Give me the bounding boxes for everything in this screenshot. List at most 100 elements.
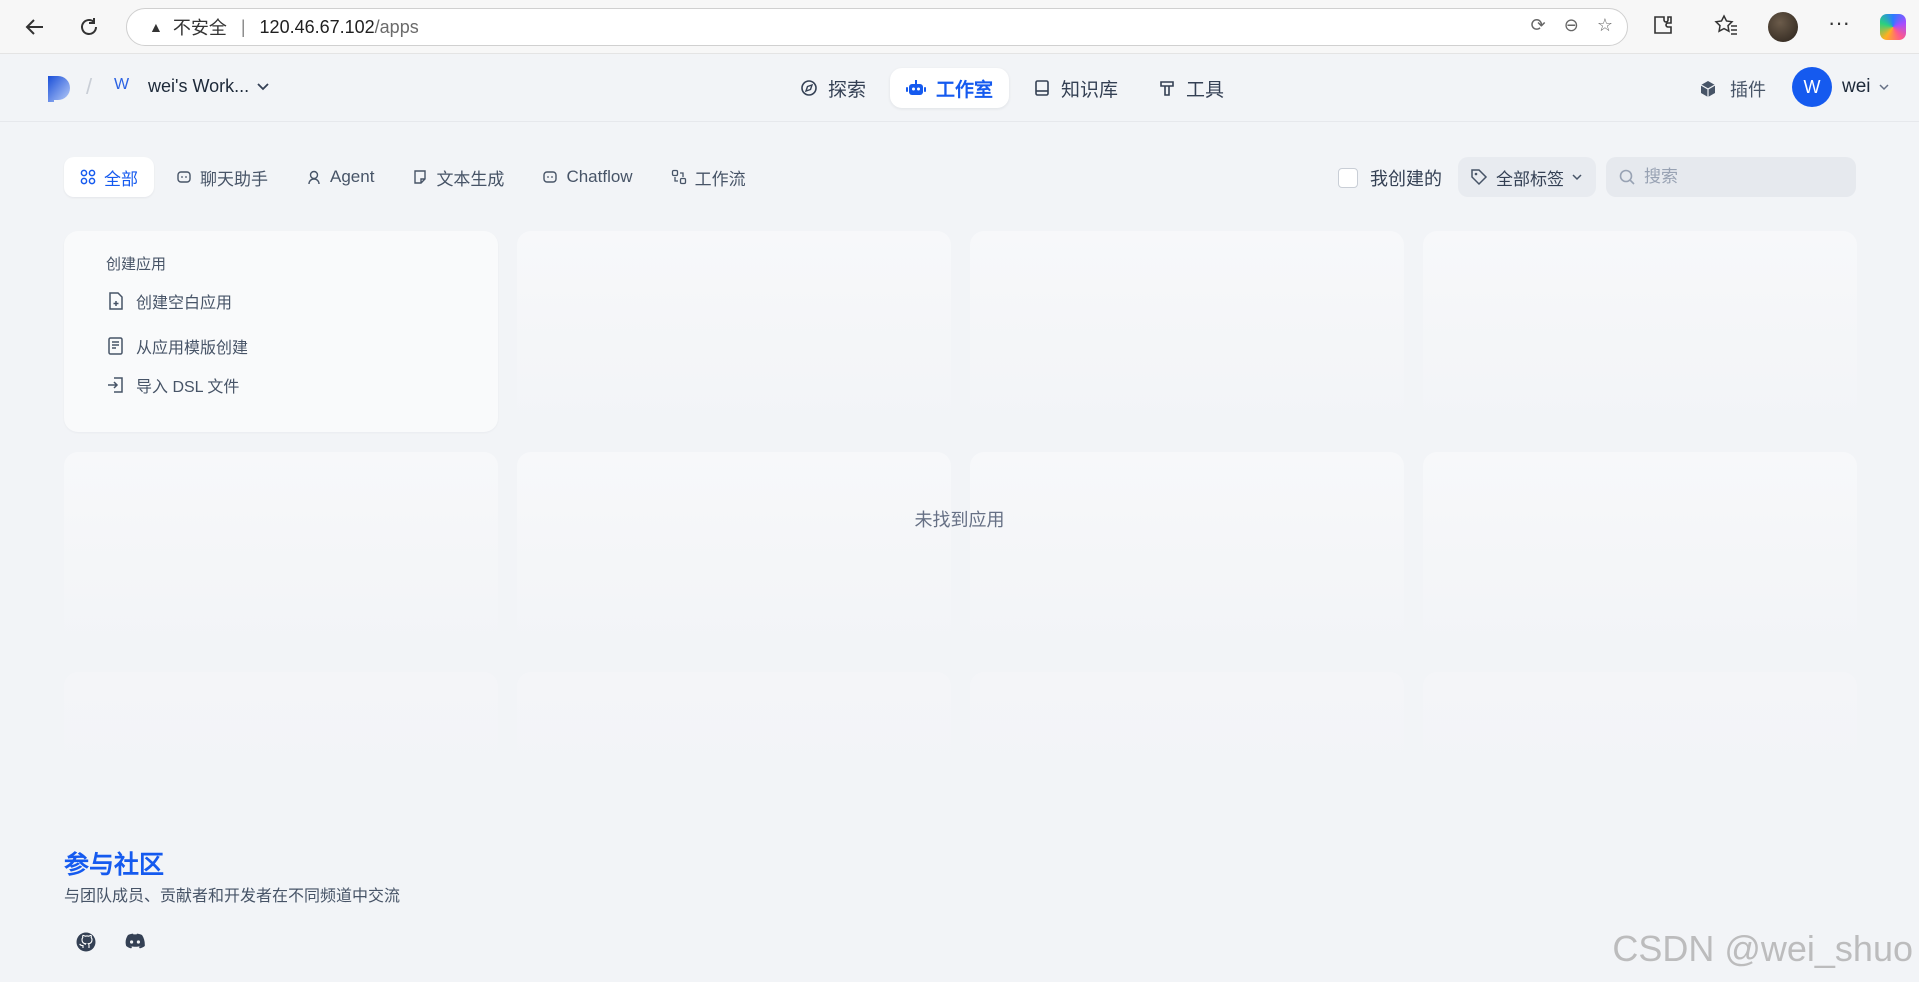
tag-filter-dropdown[interactable]: 全部标签 — [1458, 157, 1596, 197]
placeholder-card — [517, 231, 951, 432]
created-by-me-filter[interactable]: 我创建的 — [1338, 165, 1442, 191]
placeholder-card — [1423, 231, 1857, 432]
search-input[interactable] — [1644, 167, 1844, 187]
chevron-down-icon — [1878, 83, 1889, 90]
placeholder-card — [517, 672, 951, 782]
nav-tools[interactable]: 工具 — [1142, 68, 1240, 108]
hammer-icon — [1160, 81, 1174, 96]
main-nav: 探索 工作室 知识库 工具 — [784, 68, 1240, 108]
tab-chatflow-label: Chatflow — [566, 167, 633, 186]
cube-icon — [1700, 81, 1716, 97]
workspace-name: wei's Work... — [148, 76, 250, 96]
watermark: CSDN @wei_shuo — [1612, 928, 1913, 969]
create-app-card: 创建应用 创建空白应用 从应用模版创建 导入 DSL 文件 — [64, 231, 498, 432]
more-circle-icon[interactable]: ⊖ — [1564, 15, 1579, 36]
import-dsl-button[interactable]: 导入 DSL 文件 — [106, 373, 239, 397]
tab-text-generation-label: 文本生成 — [436, 169, 505, 189]
favorites-icon[interactable] — [1714, 14, 1738, 36]
chevron-down-icon — [1572, 173, 1582, 180]
placeholder-card — [970, 452, 1404, 653]
empty-state-message: 未找到应用 — [914, 510, 1005, 530]
tab-workflow[interactable]: 工作流 — [655, 157, 762, 197]
tab-chat-assistant-label: 聊天助手 — [200, 169, 268, 189]
community-title: 参与社区 — [64, 851, 165, 879]
tag-filter-label: 全部标签 — [1496, 169, 1564, 189]
import-icon — [108, 377, 123, 393]
create-from-template-button[interactable]: 从应用模版创建 — [106, 334, 248, 358]
profile-avatar[interactable] — [1768, 12, 1798, 42]
nav-explore[interactable]: 探索 — [784, 68, 882, 108]
address-bar[interactable]: ▲ 不安全 | 120.46.67.102/apps ⟳ ⊖ ☆ — [126, 8, 1628, 46]
book-icon — [1035, 80, 1049, 96]
plugins-label: 插件 — [1730, 80, 1766, 100]
plugins-button[interactable]: 插件 — [1698, 76, 1766, 102]
tab-agent[interactable]: Agent — [290, 157, 390, 197]
more-menu-icon[interactable]: ··· — [1828, 10, 1850, 36]
agent-icon — [308, 170, 320, 185]
tab-all-label: 全部 — [104, 169, 138, 189]
file-plus-icon — [109, 292, 123, 310]
github-icon[interactable] — [66, 922, 106, 962]
discord-icon[interactable] — [115, 922, 155, 962]
insecure-label[interactable]: 不安全 — [173, 14, 227, 40]
search-icon — [1619, 169, 1635, 185]
breadcrumb-separator: / — [86, 74, 93, 99]
created-by-me-checkbox[interactable] — [1338, 168, 1358, 188]
placeholder-card — [970, 231, 1404, 432]
translate-icon[interactable]: ⟳ — [1531, 15, 1546, 36]
back-icon[interactable] — [18, 10, 52, 44]
chevron-down-icon — [257, 82, 269, 90]
workspace-switcher[interactable]: wei's Work... — [148, 76, 269, 97]
grid-icon — [80, 169, 96, 185]
compass-icon — [801, 80, 817, 96]
nav-studio-label: 工作室 — [936, 79, 994, 101]
tab-chatflow[interactable]: Chatflow — [526, 157, 648, 197]
tag-icon — [1471, 169, 1488, 186]
create-blank-app-button[interactable]: 创建空白应用 — [106, 289, 232, 313]
workflow-icon — [671, 169, 686, 185]
placeholder-card — [64, 672, 498, 782]
app-header: / W wei's Work... 探索 工作室 知识库 工具 插件 W wei — [0, 54, 1919, 122]
placeholder-card — [1423, 672, 1857, 782]
nav-knowledge[interactable]: 知识库 — [1017, 68, 1134, 108]
workspace-initial: W — [114, 76, 130, 93]
address-separator: | — [240, 16, 246, 37]
document-icon — [414, 170, 427, 184]
search-box[interactable] — [1606, 157, 1856, 197]
url-path: /apps — [374, 16, 419, 37]
address-bar-actions: ⟳ ⊖ ☆ — [1531, 15, 1613, 36]
create-app-title: 创建应用 — [106, 256, 167, 273]
created-by-me-label: 我创建的 — [1370, 169, 1442, 189]
copilot-icon[interactable] — [1880, 14, 1906, 40]
tab-workflow-label: 工作流 — [694, 169, 746, 189]
chatflow-icon — [543, 171, 558, 183]
tab-chat-assistant[interactable]: 聊天助手 — [160, 157, 284, 197]
chat-icon — [177, 171, 191, 183]
import-dsl-label: 导入 DSL 文件 — [136, 379, 240, 396]
favorite-star-icon[interactable]: ☆ — [1597, 15, 1613, 36]
user-avatar[interactable]: W — [1792, 67, 1832, 107]
placeholder-card — [517, 452, 951, 653]
nav-knowledge-label: 知识库 — [1061, 79, 1119, 101]
create-blank-app-label: 创建空白应用 — [136, 295, 233, 312]
tab-text-generation[interactable]: 文本生成 — [396, 157, 520, 197]
extensions-icon[interactable] — [1652, 14, 1674, 36]
dify-logo-icon[interactable] — [46, 74, 72, 104]
template-icon — [108, 337, 123, 355]
create-from-template-label: 从应用模版创建 — [136, 340, 249, 357]
url-host: 120.46.67.102 — [259, 16, 375, 37]
app-type-tabs: 全部 聊天助手 Agent 文本生成 Chatflow 工作流 — [64, 157, 762, 197]
community-description: 与团队成员、贡献者和开发者在不同频道中交流 — [64, 888, 401, 905]
placeholder-card — [64, 452, 498, 653]
warning-icon[interactable]: ▲ — [149, 19, 163, 35]
nav-tools-label: 工具 — [1186, 79, 1225, 101]
tab-all[interactable]: 全部 — [64, 157, 154, 197]
user-menu[interactable]: wei — [1842, 76, 1889, 98]
nav-explore-label: 探索 — [828, 79, 867, 101]
tab-agent-label: Agent — [330, 167, 375, 186]
placeholder-card — [1423, 452, 1857, 653]
refresh-icon[interactable] — [72, 10, 106, 44]
username-label: wei — [1842, 76, 1871, 97]
nav-studio[interactable]: 工作室 — [890, 68, 1010, 108]
robot-icon — [906, 80, 927, 95]
